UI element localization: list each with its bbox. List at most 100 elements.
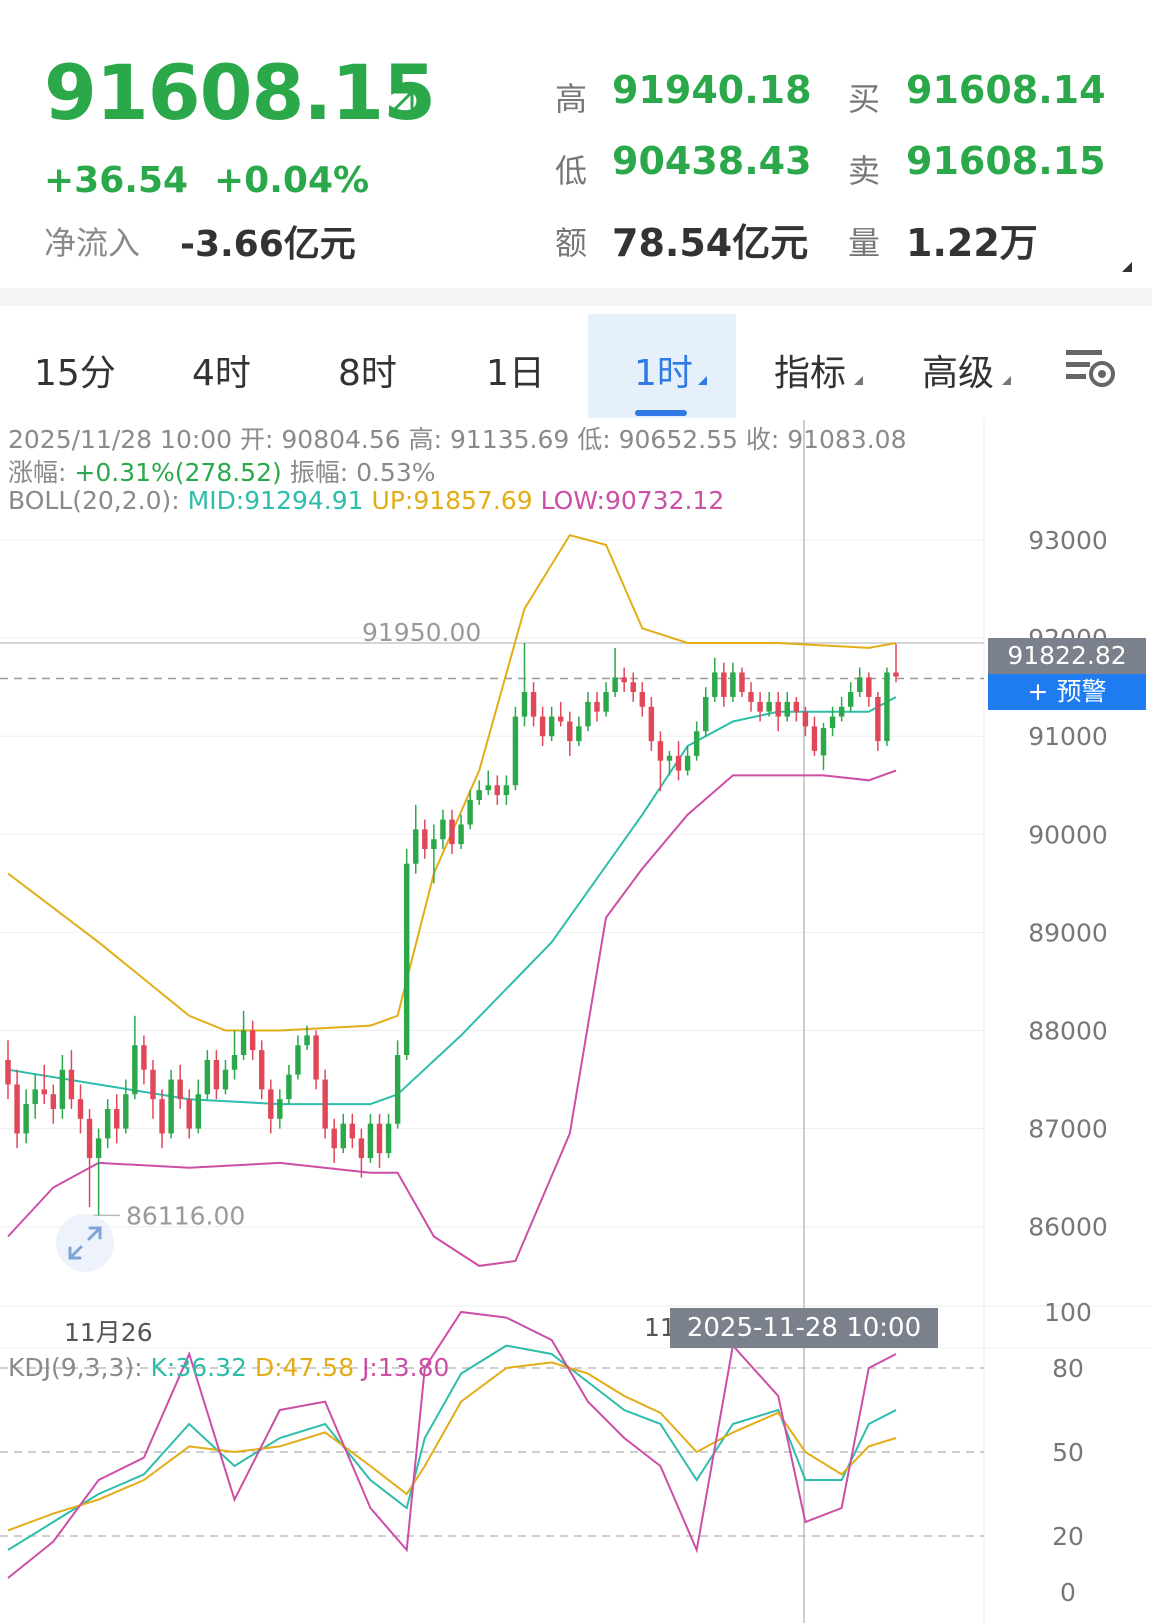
expand-chart-button[interactable] <box>56 1214 114 1272</box>
candle-body <box>422 829 428 850</box>
candle-body <box>857 677 863 693</box>
candle-body <box>168 1079 174 1134</box>
kdj-j-line <box>7 1310 897 1579</box>
candle-body <box>530 692 537 717</box>
candle-body <box>621 677 627 683</box>
candle-body <box>675 755 682 771</box>
y-tick-label: 87000 <box>1028 1115 1108 1144</box>
candle-body <box>521 692 528 717</box>
kdj-tick-label: 50 <box>1052 1438 1084 1467</box>
candle-body <box>503 785 510 796</box>
candle-body <box>838 706 845 717</box>
candle-body <box>431 839 437 850</box>
candle-body <box>376 1123 383 1154</box>
kdj-legend: KDJ(9,3,3): K:36.32 D:47.58 J:13.80 <box>8 1353 449 1382</box>
candle-body <box>693 731 700 756</box>
kdj-d-value: D:47.58 <box>254 1353 355 1382</box>
candle-body <box>539 716 546 737</box>
candle-body <box>150 1069 156 1100</box>
candle-body <box>893 672 899 677</box>
boll-upper-line <box>7 533 897 1032</box>
candle-body <box>304 1035 310 1046</box>
candle-body <box>186 1099 192 1129</box>
candle-body <box>403 863 410 1056</box>
candle-body <box>32 1089 38 1105</box>
candle-body <box>41 1089 47 1095</box>
candle-body <box>367 1123 374 1159</box>
candle-body <box>585 701 591 727</box>
y-tick-label: 88000 <box>1028 1017 1108 1046</box>
candle-body <box>576 726 582 742</box>
candle-body <box>77 1099 84 1119</box>
candle-body <box>322 1079 328 1129</box>
y-tick-label: 93000 <box>1028 526 1108 555</box>
candle-body <box>331 1128 337 1149</box>
candle-body <box>195 1094 202 1129</box>
candle-body <box>141 1045 147 1070</box>
candle-body <box>268 1089 274 1119</box>
candle-body <box>394 1055 401 1124</box>
candle-body <box>177 1079 183 1100</box>
candle-body <box>59 1069 66 1109</box>
candle-body <box>793 701 800 712</box>
candle-body <box>449 819 455 845</box>
candle-body <box>875 696 881 742</box>
candle-body <box>811 726 818 751</box>
candle-body <box>114 1108 120 1129</box>
candle-body <box>222 1069 229 1090</box>
y-tick-label: 89000 <box>1028 918 1108 947</box>
boll-mid-line <box>7 696 897 1106</box>
add-alert-button[interactable]: + 预警 <box>988 674 1146 710</box>
date-label-nov26: 11月26 <box>64 1318 153 1347</box>
candle-body <box>340 1123 346 1149</box>
candle-body <box>159 1099 165 1134</box>
candle-body <box>258 1050 265 1090</box>
candle-body <box>829 716 836 729</box>
candle-body <box>123 1094 129 1129</box>
candle-body <box>440 819 446 840</box>
candle-body <box>866 677 872 697</box>
candle-body <box>413 829 419 864</box>
candle-body <box>5 1059 11 1085</box>
candle-body <box>739 672 745 693</box>
candle-body <box>748 692 754 702</box>
candle-body <box>485 785 491 791</box>
candle-body <box>630 682 636 693</box>
candle-body <box>132 1045 138 1095</box>
candle-body <box>240 1030 247 1056</box>
candle-body <box>358 1138 365 1159</box>
candle-body <box>702 696 709 732</box>
candle-body <box>50 1094 57 1109</box>
kdj-k-value: K:36.32 <box>150 1353 247 1382</box>
candle-body <box>775 701 781 717</box>
kdj-tick-label: 100 <box>1044 1298 1092 1327</box>
candle-body <box>558 716 564 722</box>
candle-body <box>86 1118 93 1159</box>
candle-body <box>721 672 727 697</box>
max-price-label: 91950.00 <box>362 618 481 647</box>
candle-body <box>657 741 664 761</box>
kdj-tick-label: 0 <box>1060 1578 1076 1607</box>
candle-body <box>766 701 772 712</box>
candle-body <box>603 692 609 712</box>
candle-body <box>639 692 646 707</box>
kdj-d-line <box>7 1361 897 1532</box>
expand-arrows-icon <box>68 1226 102 1260</box>
candle-body <box>594 701 600 712</box>
candle-body <box>68 1069 75 1100</box>
candle-body <box>612 677 618 693</box>
candle-body <box>476 790 482 800</box>
kdj-label: KDJ(9,3,3): <box>8 1353 143 1382</box>
candle-body <box>757 701 763 712</box>
candle-body <box>213 1059 220 1090</box>
kdj-j-value: J:13.80 <box>362 1353 450 1382</box>
crosshair-time-tag: 2025-11-28 10:00 <box>670 1308 938 1348</box>
candle-body <box>666 755 673 761</box>
candle-body <box>712 672 718 697</box>
y-tick-label: 90000 <box>1028 820 1108 849</box>
candle-body <box>784 701 790 717</box>
candle-body <box>14 1084 20 1134</box>
crosshair-price-tag: 91822.82 <box>988 638 1146 674</box>
candle-body <box>295 1045 301 1075</box>
candle-body <box>684 755 691 771</box>
